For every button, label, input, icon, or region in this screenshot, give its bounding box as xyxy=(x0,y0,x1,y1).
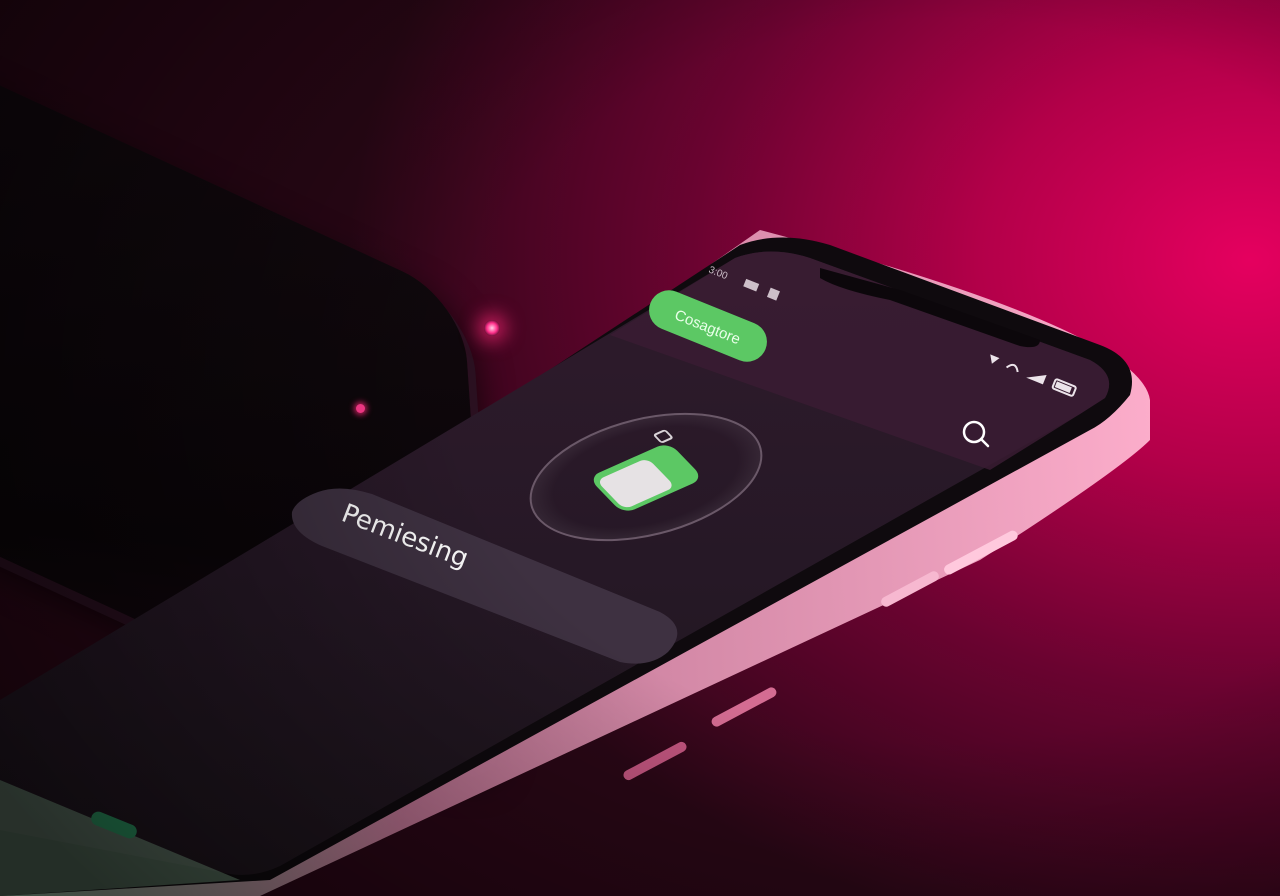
main-phone: 3:00 Cosagtore Pemiesing xyxy=(0,230,1150,896)
side-button-bottom[interactable] xyxy=(622,740,689,782)
photo-scene: 3:00 Cosagtore Pemiesing xyxy=(0,0,1280,896)
side-button-lower[interactable] xyxy=(710,686,778,729)
